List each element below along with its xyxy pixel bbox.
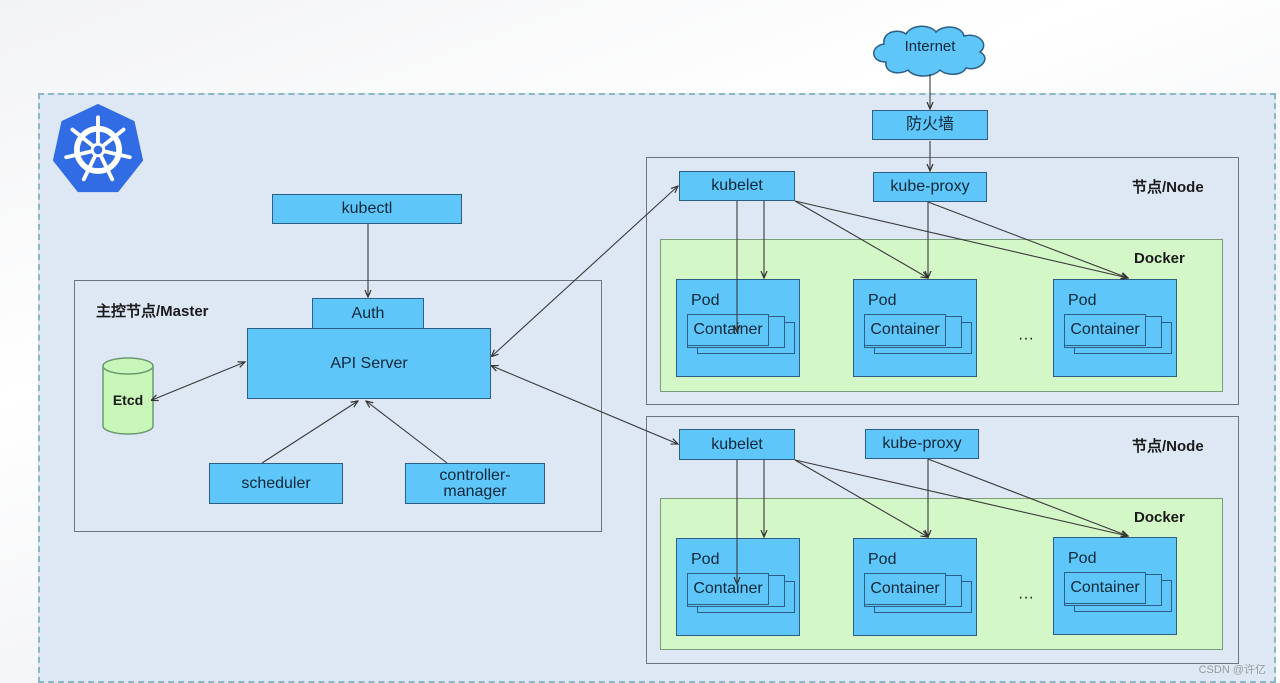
node-2-pod-2[interactable]: Pod Container — [853, 538, 977, 636]
node-2-title: 节点/Node — [1132, 438, 1204, 455]
master-title: 主控节点/Master — [96, 303, 209, 320]
scheduler-box[interactable]: scheduler — [209, 463, 343, 504]
node-1-kubelet-box[interactable]: kubelet — [679, 171, 795, 201]
kubectl-box[interactable]: kubectl — [272, 194, 462, 224]
node-1-docker-label: Docker — [1134, 250, 1185, 267]
node-2-kube-proxy-box[interactable]: kube-proxy — [865, 429, 979, 459]
node-1-pod-1[interactable]: Pod Container — [676, 279, 800, 377]
node-1-pod-2[interactable]: Pod Container — [853, 279, 977, 377]
node-2-kubelet-box[interactable]: kubelet — [679, 429, 795, 460]
node-2-pod-1[interactable]: Pod Container — [676, 538, 800, 636]
pod-label: Pod — [1068, 550, 1097, 567]
internet-label: Internet — [904, 38, 956, 55]
firewall-box[interactable]: 防火墙 — [872, 110, 988, 140]
watermark: CSDN @许亿 — [1198, 664, 1266, 676]
container-box[interactable]: Container — [1064, 314, 1146, 346]
auth-box[interactable]: Auth — [312, 298, 424, 330]
node-1-kube-proxy-box[interactable]: kube-proxy — [873, 172, 987, 202]
pod-label: Pod — [691, 551, 720, 568]
pod-label: Pod — [868, 292, 897, 309]
node-1-pod-3[interactable]: Pod Container — [1053, 279, 1177, 377]
node-2-ellipsis: ··· — [1018, 589, 1034, 606]
node-1-ellipsis: ··· — [1018, 330, 1034, 347]
controller-manager-box[interactable]: controller- manager — [405, 463, 545, 504]
container-box[interactable]: Container — [864, 573, 946, 605]
node-2-docker-label: Docker — [1134, 509, 1185, 526]
node-1-title: 节点/Node — [1132, 179, 1204, 196]
pod-label: Pod — [868, 551, 897, 568]
container-box[interactable]: Container — [687, 314, 769, 346]
container-box[interactable]: Container — [687, 573, 769, 605]
api-server-box[interactable]: API Server — [247, 328, 491, 399]
kubernetes-helm-icon — [52, 103, 144, 193]
node-2-pod-3[interactable]: Pod Container — [1053, 537, 1177, 635]
container-box[interactable]: Container — [864, 314, 946, 346]
pod-label: Pod — [1068, 292, 1097, 309]
pod-label: Pod — [691, 292, 720, 309]
container-box[interactable]: Container — [1064, 572, 1146, 604]
etcd-label: Etcd — [112, 392, 144, 408]
